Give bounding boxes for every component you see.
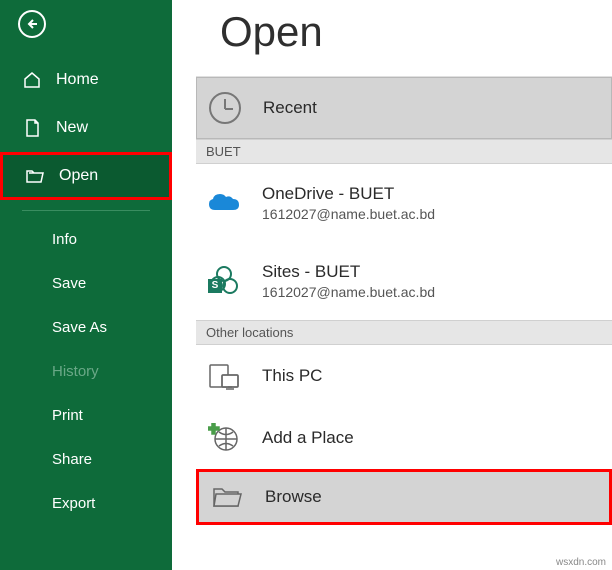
sidebar-item-save[interactable]: Save [0, 261, 172, 305]
sidebar-item-open[interactable]: Open [0, 152, 172, 200]
sidebar-label: Open [59, 167, 98, 185]
location-list: Recent BUET OneDrive - BUET 1612027@name… [196, 76, 612, 525]
addplace-icon [206, 420, 242, 456]
sidebar-label: Info [52, 231, 77, 248]
section-header-other: Other locations [196, 320, 612, 345]
back-arrow-icon [26, 18, 38, 30]
sidebar-label: History [52, 363, 99, 380]
section-header-buet: BUET [196, 139, 612, 164]
sidebar-item-history: History [0, 349, 172, 393]
sidebar-label: Export [52, 495, 95, 512]
sidebar-item-new[interactable]: New [0, 104, 172, 152]
location-recent[interactable]: Recent [196, 77, 612, 139]
sidebar-label: New [56, 119, 88, 137]
location-label: Add a Place [262, 428, 354, 448]
location-addplace[interactable]: Add a Place [196, 407, 612, 469]
location-sublabel: 1612027@name.buet.ac.bd [262, 206, 435, 222]
sidebar-item-home[interactable]: Home [0, 56, 172, 104]
sidebar-item-print[interactable]: Print [0, 393, 172, 437]
sidebar-label: Save As [52, 319, 107, 336]
sidebar-label: Save [52, 275, 86, 292]
sidebar-label: Home [56, 71, 99, 89]
location-thispc[interactable]: This PC [196, 345, 612, 407]
back-button[interactable] [18, 10, 46, 38]
sidebar-item-share[interactable]: Share [0, 437, 172, 481]
sidebar-label: Share [52, 451, 92, 468]
location-label: Recent [263, 98, 317, 118]
clock-icon [207, 90, 243, 126]
location-label: Browse [265, 487, 322, 507]
sidebar-divider [22, 210, 150, 211]
home-icon [22, 70, 42, 90]
location-label: This PC [262, 366, 322, 386]
sidebar-item-export[interactable]: Export [0, 481, 172, 525]
location-onedrive[interactable]: OneDrive - BUET 1612027@name.buet.ac.bd [196, 164, 612, 242]
open-folder-icon [25, 166, 45, 186]
location-sublabel: 1612027@name.buet.ac.bd [262, 284, 435, 300]
onedrive-icon [206, 185, 242, 221]
thispc-icon [206, 358, 242, 394]
location-label: OneDrive - BUET [262, 184, 435, 204]
main-panel: Open Recent BUET OneDrive - BUET [172, 0, 612, 570]
location-browse[interactable]: Browse [196, 469, 612, 525]
sidebar-item-saveas[interactable]: Save As [0, 305, 172, 349]
backstage-sidebar: Home New Open Info Save Save As History [0, 0, 172, 570]
new-icon [22, 118, 42, 138]
location-label: Sites - BUET [262, 262, 435, 282]
sharepoint-icon: S [206, 263, 242, 299]
sidebar-item-info[interactable]: Info [0, 217, 172, 261]
sidebar-label: Print [52, 407, 83, 424]
browse-folder-icon [209, 479, 245, 515]
watermark: wsxdn.com [556, 557, 606, 568]
location-sites[interactable]: S Sites - BUET 1612027@name.buet.ac.bd [196, 242, 612, 320]
page-title: Open [172, 8, 612, 56]
